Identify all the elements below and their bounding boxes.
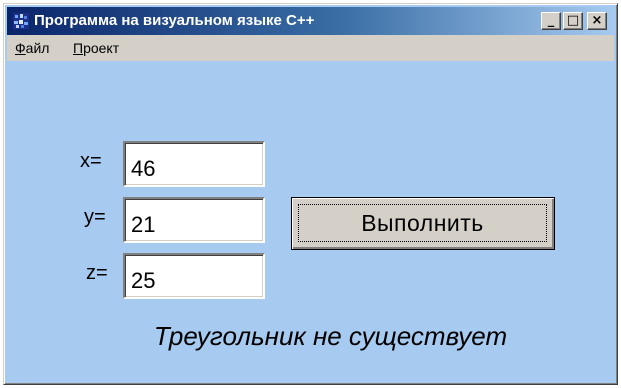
x-input[interactable]: [123, 141, 265, 187]
window-title: Программа на визуальном языке С++: [34, 12, 315, 29]
run-button[interactable]: Выполнить: [291, 197, 555, 250]
close-button[interactable]: ×: [587, 12, 607, 30]
menu-file-mnemonic: Ф: [15, 40, 26, 56]
menu-project-label: роект: [83, 40, 120, 56]
maximize-icon: □: [566, 13, 580, 28]
minimize-button[interactable]: _: [541, 12, 561, 30]
app-icon: [13, 13, 29, 29]
z-label: z=: [86, 262, 108, 284]
menu-project-mnemonic: П: [73, 40, 84, 56]
menu-project[interactable]: Проект: [73, 39, 119, 57]
y-input[interactable]: [123, 197, 265, 243]
run-button-label: Выполнить: [298, 204, 547, 242]
maximize-button[interactable]: □: [563, 12, 583, 30]
minimize-icon: _: [547, 13, 555, 28]
x-label: x=: [80, 150, 102, 172]
z-input[interactable]: [123, 253, 265, 299]
menu-file-label: айл: [25, 40, 50, 56]
result-text: Треугольник не существует: [153, 321, 508, 351]
menu-bar: Файл Проект: [7, 35, 614, 61]
close-icon: ×: [591, 13, 603, 28]
menu-file[interactable]: Файл: [15, 39, 49, 57]
title-bar[interactable]: Программа на визуальном языке С++ _ □ ×: [7, 7, 614, 35]
y-label: y=: [84, 206, 106, 228]
app-window: Программа на визуальном языке С++ _ □ × …: [3, 3, 618, 385]
